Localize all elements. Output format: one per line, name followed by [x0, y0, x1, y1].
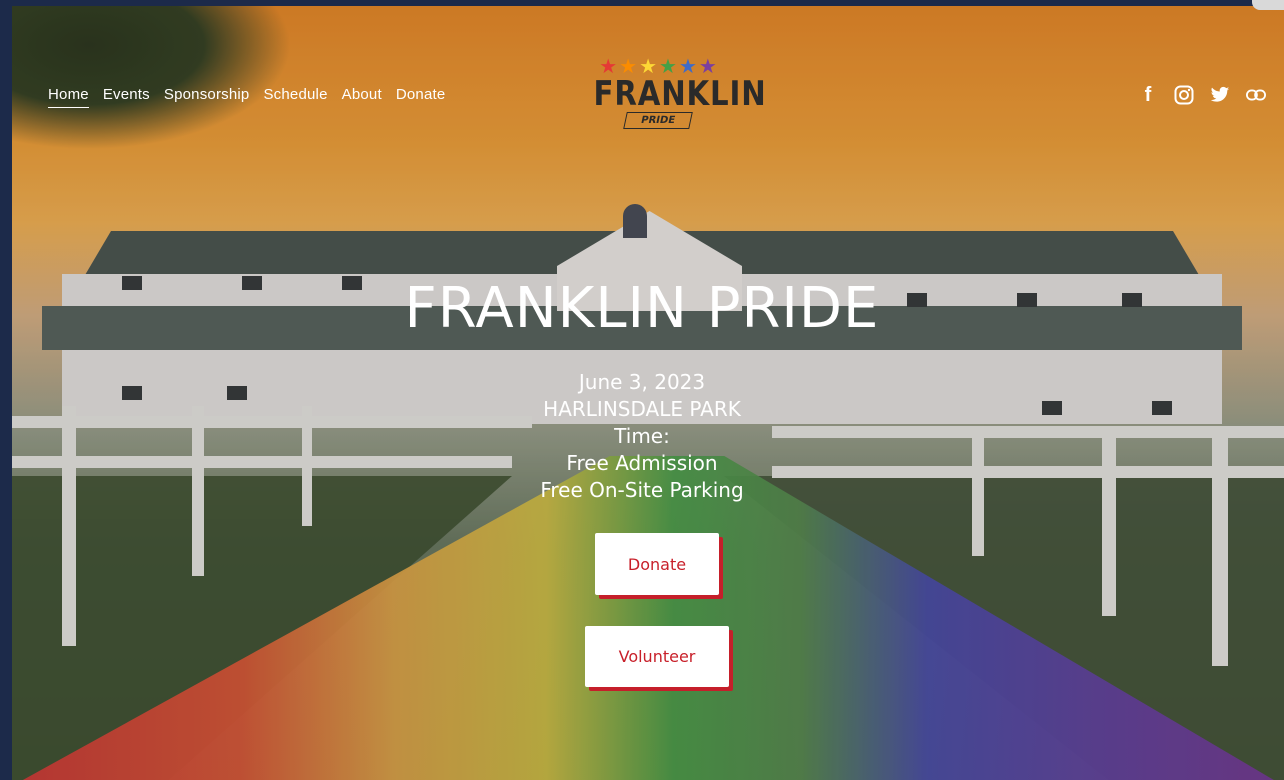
event-info: June 3, 2023 HARLINSDALE PARK Time: Free… — [0, 369, 1284, 504]
twitter-icon[interactable] — [1210, 84, 1230, 106]
main-nav: Home Events Sponsorship Schedule About D… — [48, 86, 445, 108]
nav-item-donate[interactable]: Donate — [396, 86, 446, 108]
social-links: f — [1138, 84, 1266, 106]
nav-item-sponsorship[interactable]: Sponsorship — [164, 86, 250, 108]
logo-wordmark: FRANKLIN — [593, 74, 767, 114]
event-admission: Free Admission — [566, 451, 718, 475]
star-icon: ★ — [678, 54, 697, 78]
star-icon: ★ — [698, 54, 717, 78]
franklin-pride-logo[interactable]: ★ ★ ★ ★ ★ ★ FRANKLIN PRIDE — [583, 56, 767, 136]
window-corner-control — [1252, 0, 1284, 10]
facebook-icon[interactable]: f — [1138, 84, 1158, 106]
star-icon: ★ — [619, 54, 638, 78]
event-date: June 3, 2023 — [578, 370, 706, 394]
nav-item-about[interactable]: About — [342, 86, 382, 108]
star-icon: ★ — [639, 54, 657, 78]
event-venue: HARLINSDALE PARK — [543, 397, 741, 421]
event-parking: Free On-Site Parking — [540, 478, 744, 502]
page-title: FRANKLIN PRIDE — [404, 276, 880, 341]
nav-item-events[interactable]: Events — [103, 86, 150, 108]
nav-item-schedule[interactable]: Schedule — [263, 86, 327, 108]
nav-item-home[interactable]: Home — [48, 86, 89, 108]
logo-subtext: PRIDE — [623, 112, 693, 129]
instagram-icon[interactable] — [1174, 84, 1194, 106]
volunteer-button[interactable]: Volunteer — [585, 626, 729, 687]
link-icon[interactable] — [1246, 84, 1266, 106]
donate-button[interactable]: Donate — [595, 533, 719, 595]
event-time: Time: — [614, 424, 670, 448]
star-icon: ★ — [659, 54, 677, 78]
logo-stars: ★ ★ ★ ★ ★ ★ — [583, 56, 733, 76]
star-icon: ★ — [599, 54, 618, 78]
